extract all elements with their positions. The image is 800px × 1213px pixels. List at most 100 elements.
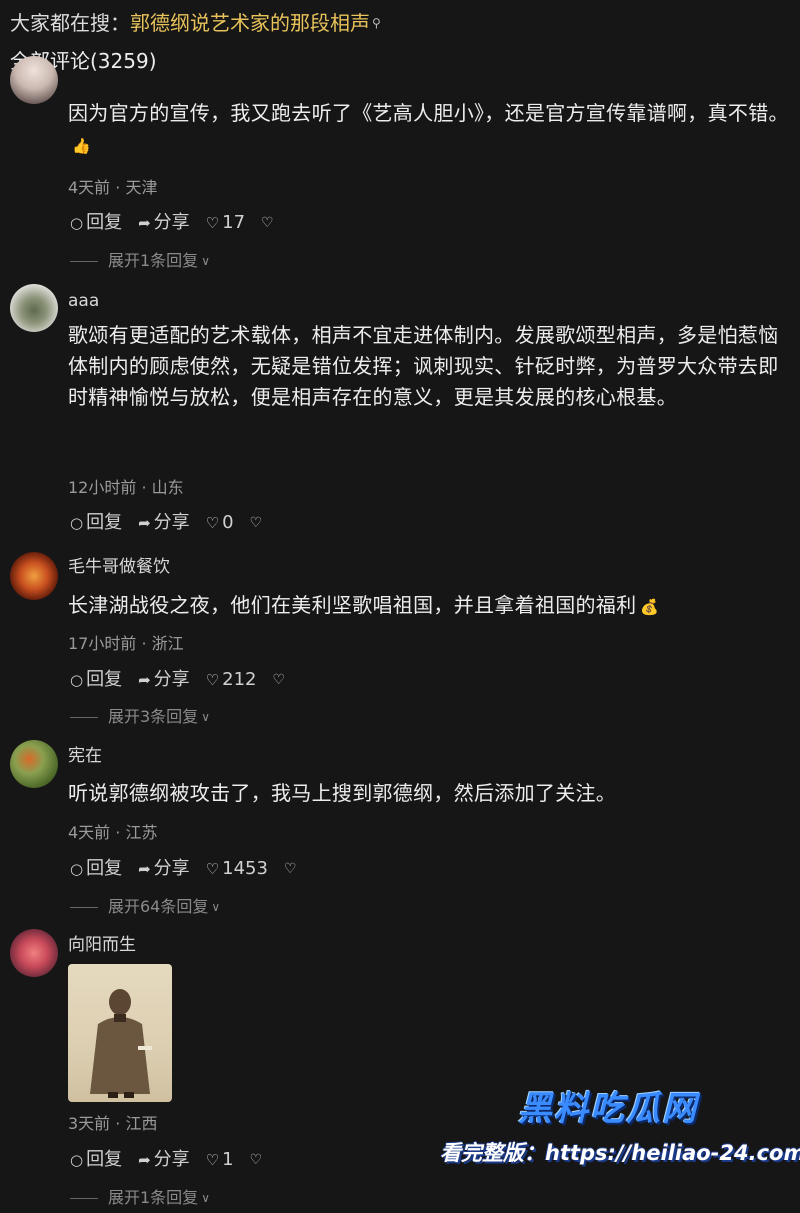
like-button[interactable]: ♡ 1453 (206, 858, 268, 880)
divider-line (70, 1197, 98, 1199)
like-count: 17 (222, 212, 246, 233)
chevron-down-icon: ∨ (201, 254, 210, 268)
username[interactable]: 毛牛哥做餐饮 (68, 556, 170, 578)
comment-actions: ○ 回复 ➦ 分享 ♡ 0 ♡ (70, 512, 278, 534)
expand-replies-button[interactable]: 展开3条回复 ∨ (70, 707, 210, 727)
username[interactable]: 宪在 (68, 745, 102, 767)
heart-icon: ♡ (205, 214, 220, 232)
comment-actions: ○ 回复 ➦ 分享 ♡ 212 ♡ (70, 669, 301, 691)
expand-label: 展开3条回复 (108, 707, 199, 726)
dislike-button[interactable]: ♡ (250, 1149, 263, 1171)
comment-bubble-icon: ○ (70, 671, 84, 689)
comment-text: 因为官方的宣传，我又跑去听了《艺高人胆小》，还是官方宣传靠谱啊，真不错。 👍 (68, 98, 796, 162)
dislike-button[interactable]: ♡ (261, 212, 274, 234)
reply-button[interactable]: ○ 回复 (70, 1149, 122, 1171)
like-button[interactable]: ♡ 1 (206, 1149, 234, 1171)
username[interactable]: aaa (68, 290, 99, 312)
chevron-down-icon: ∨ (211, 900, 221, 914)
search-suggestion-query[interactable]: 郭德纲说艺术家的那段相声 (130, 11, 370, 35)
comment-bubble-icon: ○ (70, 514, 84, 532)
comment-text: 歌颂有更适配的艺术载体，相声不宜走进体制内。发展歌颂型相声，多是怕惹恼体制内的顾… (68, 323, 779, 409)
search-suggestion-prefix: 大家都在搜： (10, 11, 130, 35)
like-button[interactable]: ♡ 17 (206, 212, 245, 234)
share-label: 分享 (153, 669, 190, 690)
chevron-down-icon: ∨ (201, 710, 210, 724)
reply-label: 回复 (86, 512, 123, 533)
expand-label: 展开1条回复 (108, 251, 199, 270)
comment-meta: 12小时前 · 山东 (68, 478, 184, 497)
share-arrow-icon: ➦ (138, 1151, 151, 1169)
share-button[interactable]: ➦ 分享 (138, 669, 190, 691)
share-button[interactable]: ➦ 分享 (138, 512, 190, 534)
like-count: 0 (222, 512, 234, 533)
like-count: 1453 (222, 858, 268, 879)
share-label: 分享 (153, 512, 190, 533)
thumbs-up-icon: 👍 (72, 137, 91, 155)
reply-label: 回复 (86, 669, 123, 690)
heart-icon: ♡ (205, 514, 220, 532)
reply-button[interactable]: ○ 回复 (70, 858, 122, 880)
avatar[interactable] (10, 552, 58, 600)
heart-icon: ♡ (205, 671, 220, 689)
reply-button[interactable]: ○ 回复 (70, 512, 122, 534)
share-button[interactable]: ➦ 分享 (138, 212, 190, 234)
attached-photo[interactable] (68, 964, 172, 1102)
like-button[interactable]: ♡ 212 (206, 669, 257, 691)
divider-line (70, 260, 98, 262)
chevron-down-icon: ∨ (201, 1191, 210, 1205)
avatar[interactable] (10, 284, 58, 332)
divider-line (70, 906, 98, 908)
reply-button[interactable]: ○ 回复 (70, 669, 122, 691)
share-arrow-icon: ➦ (138, 671, 151, 689)
money-bag-icon: 💰 (640, 598, 660, 616)
heart-icon: ♡ (205, 860, 220, 878)
search-icon[interactable]: ⚲ (372, 16, 381, 30)
comment-actions: ○ 回复 ➦ 分享 ♡ 1453 ♡ (70, 858, 313, 880)
comment-meta: 17小时前 · 浙江 (68, 634, 184, 653)
share-label: 分享 (153, 858, 190, 879)
reply-button[interactable]: ○ 回复 (70, 212, 122, 234)
like-count: 1 (222, 1149, 234, 1170)
comment-bubble-icon: ○ (70, 214, 84, 232)
dislike-button[interactable]: ♡ (272, 669, 285, 691)
watermark-subtitle: 看完整版：https://heiliao-24.com (440, 1141, 800, 1165)
watermark-title: 黑料吃瓜网 (518, 1089, 698, 1129)
dislike-button[interactable]: ♡ (250, 512, 263, 534)
man-in-robe-image (90, 989, 152, 1098)
broken-heart-icon: ♡ (261, 215, 274, 231)
comment-meta: 4天前 · 江苏 (68, 823, 158, 842)
comment-bubble-icon: ○ (70, 860, 84, 878)
username[interactable]: 向阳而生 (68, 934, 136, 956)
like-button[interactable]: ♡ 0 (206, 512, 234, 534)
share-button[interactable]: ➦ 分享 (138, 858, 190, 880)
comment-meta: 4天前 · 天津 (68, 178, 158, 197)
share-label: 分享 (153, 212, 190, 233)
expand-replies-button[interactable]: 展开1条回复 ∨ (70, 1188, 210, 1208)
broken-heart-icon: ♡ (249, 1152, 263, 1168)
avatar[interactable] (10, 56, 58, 104)
broken-heart-icon: ♡ (283, 861, 297, 877)
search-suggestion-bar[interactable]: 大家都在搜：郭德纲说艺术家的那段相声 ⚲ (10, 10, 381, 36)
expand-replies-button[interactable]: 展开64条回复 ∨ (70, 897, 220, 917)
reply-label: 回复 (86, 858, 123, 879)
share-button[interactable]: ➦ 分享 (138, 1149, 190, 1171)
share-arrow-icon: ➦ (138, 860, 151, 878)
expand-replies-button[interactable]: 展开1条回复 ∨ (70, 251, 210, 271)
dislike-button[interactable]: ♡ (284, 858, 297, 880)
broken-heart-icon: ♡ (272, 672, 286, 688)
comment-text-content: 长津湖战役之夜，他们在美利坚歌唱祖国，并且拿着祖国的福利 (68, 593, 637, 617)
avatar[interactable] (10, 929, 58, 977)
like-count: 212 (222, 669, 257, 690)
comment-text: 长津湖战役之夜，他们在美利坚歌唱祖国，并且拿着祖国的福利 💰 (68, 590, 796, 623)
comment-meta: 3天前 · 江西 (68, 1114, 158, 1133)
heart-icon: ♡ (205, 1151, 220, 1169)
comment-actions: ○ 回复 ➦ 分享 ♡ 17 ♡ (70, 212, 290, 234)
expand-label: 展开64条回复 (108, 897, 209, 916)
comment-text-content: 因为官方的宣传，我又跑去听了《艺高人胆小》，还是官方宣传靠谱啊，真不错。 (68, 101, 789, 125)
broken-heart-icon: ♡ (249, 515, 263, 531)
avatar[interactable] (10, 740, 58, 788)
reply-label: 回复 (86, 212, 123, 233)
comment-bubble-icon: ○ (70, 1151, 84, 1169)
reply-label: 回复 (86, 1149, 123, 1170)
share-label: 分享 (153, 1149, 190, 1170)
